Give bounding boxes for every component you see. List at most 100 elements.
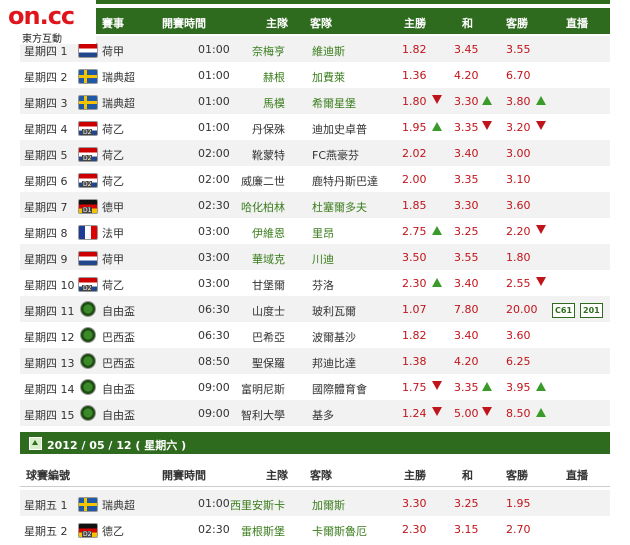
away-team: 卡爾斯魯厄: [312, 525, 367, 538]
odds-down-arrow-icon: [432, 95, 442, 104]
odds-draw: 3.40: [454, 147, 479, 160]
table-row[interactable]: 星期四 7 D1 德甲 02:30 哈化柏林 杜塞爾多夫 1.85 3.30 3.60: [20, 192, 610, 218]
home-team: 赫根: [263, 71, 285, 84]
logo-subtitle: 東方互動: [22, 34, 62, 45]
odds-draw: 3.35: [454, 381, 479, 394]
col-match-no: 球賽編號: [26, 469, 70, 482]
home-team: 甘堡爾: [252, 279, 285, 292]
table-header-2: 球賽編號 開賽時間 主隊 客隊 主勝 和 客勝 直播: [20, 460, 610, 487]
home-team: 奈梅亨: [252, 45, 285, 58]
collapse-icon[interactable]: [29, 437, 42, 450]
odds-draw: 3.15: [454, 523, 479, 536]
league-flag-icon: D2: [78, 173, 98, 188]
league-name: 自由盃: [102, 305, 135, 318]
site-logo[interactable]: on.cc 東方互動: [0, 0, 96, 45]
kickoff-time: 03:00: [198, 225, 230, 238]
odds-away: 3.95: [506, 381, 531, 394]
odds-away: 3.00: [506, 147, 531, 160]
tv-channel-badge[interactable]: 201: [580, 303, 603, 318]
home-team: 靴蒙特: [252, 149, 285, 162]
table-row[interactable]: 星期五 2 D2 德乙 02:30 雷根斯堡 卡爾斯魯厄 2.30 3.15 2.70: [20, 516, 610, 542]
logo-brand: on.cc: [8, 2, 75, 30]
table-row[interactable]: 星期四 5 D2 荷乙 02:00 靴蒙特 FC燕豪芬 2.02 3.40 3.00: [20, 140, 610, 166]
table-row[interactable]: 星期四 3 瑞典超 01:00 馬模 希爾星堡 1.80 3.30 3.80: [20, 88, 610, 114]
home-team: 聖保羅: [252, 357, 285, 370]
league-flag-icon: D1: [78, 199, 98, 214]
kickoff-time: 03:00: [198, 251, 230, 264]
odds-down-arrow-icon: [432, 381, 442, 390]
league-name: 荷甲: [102, 253, 124, 266]
table-row[interactable]: 星期四 12 巴西盃 06:30 巴希亞 波爾基沙 1.82 3.40 3.60: [20, 322, 610, 348]
match-number: 星期四 5: [24, 149, 68, 162]
away-team: 玻利瓦爾: [312, 305, 356, 318]
kickoff-time: 01:00: [198, 43, 230, 56]
table-row[interactable]: 星期四 2 瑞典超 01:00 赫根 加費萊 1.36 4.20 6.70: [20, 62, 610, 88]
odds-away: 3.80: [506, 95, 531, 108]
odds-up-arrow-icon: [432, 226, 442, 235]
league-name: 自由盃: [102, 383, 135, 396]
odds-home: 1.24: [402, 407, 427, 420]
odds-up-arrow-icon: [482, 382, 492, 391]
match-number: 星期五 2: [24, 525, 68, 538]
home-team: 西里安斯卡: [230, 499, 285, 512]
league-flag-icon: D2: [78, 277, 98, 292]
division-badge: D2: [82, 155, 93, 162]
odds-down-arrow-icon: [482, 121, 492, 130]
odds-away: 3.10: [506, 173, 531, 186]
odds-draw: 3.40: [454, 329, 479, 342]
odds-down-arrow-icon: [482, 407, 492, 416]
league-name: 瑞典超: [102, 97, 135, 110]
col-match: 賽事: [102, 17, 124, 30]
col-time-2: 開賽時間: [162, 469, 206, 482]
match-number: 星期四 13: [24, 357, 75, 370]
table-row[interactable]: 星期四 4 D2 荷乙 01:00 丹保殊 迪加史卓普 1.95 3.35 3.20: [20, 114, 610, 140]
col-home-win: 主勝: [404, 17, 426, 30]
table-row[interactable]: 星期四 1 荷甲 01:00 奈梅亨 維迪斯 1.82 3.45 3.55: [20, 36, 610, 62]
table-row[interactable]: 星期四 10 D2 荷乙 03:00 甘堡爾 芬洛 2.30 3.40 2.55: [20, 270, 610, 296]
home-team: 伊維恩: [252, 227, 285, 240]
odds-draw: 5.00: [454, 407, 479, 420]
odds-up-arrow-icon: [482, 96, 492, 105]
kickoff-time: 02:30: [198, 523, 230, 536]
match-number: 星期四 10: [24, 279, 75, 292]
kickoff-time: 02:00: [198, 147, 230, 160]
match-number: 星期四 2: [24, 71, 68, 84]
league-name: 法甲: [102, 227, 124, 240]
col-away: 客隊: [310, 17, 332, 30]
match-number: 星期四 14: [24, 383, 75, 396]
odds-draw: 3.30: [454, 95, 479, 108]
odds-home: 2.30: [402, 523, 427, 536]
match-number: 星期四 11: [24, 305, 75, 318]
table-row[interactable]: 星期五 1 瑞典超 01:00 西里安斯卡 加爾斯 3.30 3.25 1.95: [20, 490, 610, 516]
league-name: 巴西盃: [102, 331, 135, 344]
col-time: 開賽時間: [162, 17, 206, 30]
table-row[interactable]: 星期四 11 自由盃 06:30 山度士 玻利瓦爾 1.07 7.80 20.00 C61 201: [20, 296, 610, 322]
kickoff-time: 06:30: [198, 303, 230, 316]
home-team: 富明尼斯: [241, 383, 285, 396]
table-row[interactable]: 星期四 14 自由盃 09:00 富明尼斯 國際體育會 1.75 3.35 3.95: [20, 374, 610, 400]
kickoff-time: 08:50: [198, 355, 230, 368]
league-flag-icon: D2: [78, 147, 98, 162]
league-name: 瑞典超: [102, 499, 135, 512]
date-bar[interactable]: 2012 / 05 / 12 ( 星期六 ): [20, 432, 610, 454]
tv-channel-badge[interactable]: C61: [552, 303, 576, 318]
match-number: 星期四 1: [24, 45, 68, 58]
away-team: FC燕豪芬: [312, 149, 360, 162]
odds-home: 2.75: [402, 225, 427, 238]
table-row[interactable]: 星期四 15 自由盃 09:00 智利大學 基多 1.24 5.00 8.50: [20, 400, 610, 426]
odds-draw: 3.35: [454, 121, 479, 134]
league-name: 巴西盃: [102, 357, 135, 370]
league-name: 荷甲: [102, 45, 124, 58]
odds-draw: 3.25: [454, 497, 479, 510]
table-row[interactable]: 星期四 9 荷甲 03:00 華域克 川迪 3.50 3.55 1.80: [20, 244, 610, 270]
odds-home: 1.82: [402, 329, 427, 342]
odds-draw: 3.25: [454, 225, 479, 238]
table-row[interactable]: 星期四 13 巴西盃 08:50 聖保羅 邦迪比達 1.38 4.20 6.25: [20, 348, 610, 374]
league-name: 德甲: [102, 201, 124, 214]
table-row[interactable]: 星期四 8 法甲 03:00 伊維恩 里昂 2.75 3.25 2.20: [20, 218, 610, 244]
col-draw-2: 和: [462, 469, 473, 482]
col-away-win-2: 客勝: [506, 469, 528, 482]
odds-down-arrow-icon: [432, 407, 442, 416]
league-name: 自由盃: [102, 409, 135, 422]
table-row[interactable]: 星期四 6 D2 荷乙 02:00 威廉二世 鹿特丹斯巴達 2.00 3.35 3.10: [20, 166, 610, 192]
